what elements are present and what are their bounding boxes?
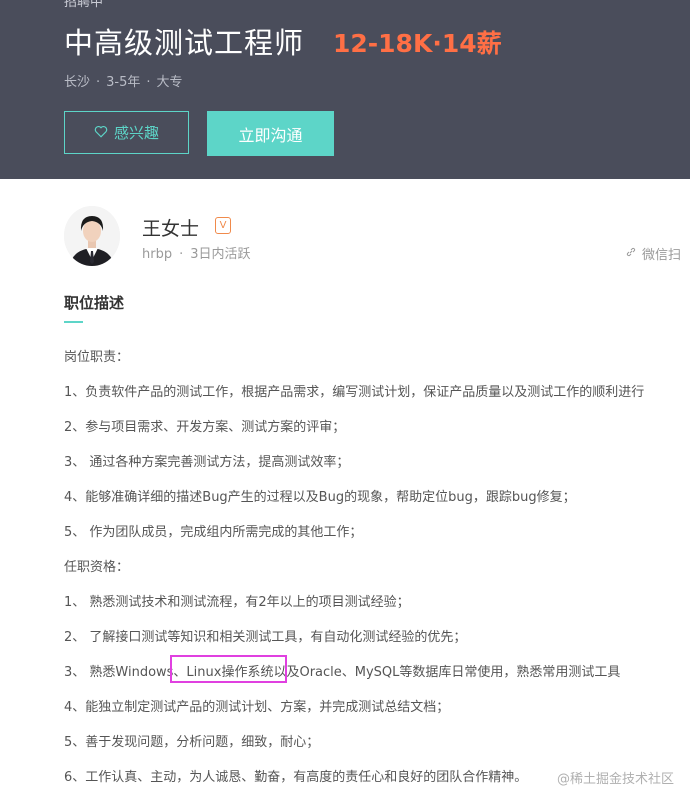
- desc-line: 6、工作认真、主动，为人诚恳、勤奋，有高度的责任心和良好的团队合作精神。: [64, 770, 528, 785]
- desc-line: 4、能够准确详细的描述Bug产生的过程以及Bug的现象，帮助定位bug，跟踪bu…: [64, 490, 576, 505]
- highlight-annotation-box: [170, 655, 287, 683]
- job-status: 招聘中: [64, 0, 104, 10]
- desc-line: 1、 熟悉测试技术和测试流程，有2年以上的项目测试经验；: [64, 595, 410, 610]
- job-education: 大专: [156, 75, 183, 90]
- desc-line: 3、 熟悉Windows、Linux操作系统以及Oracle、MySQL等数据库…: [64, 665, 621, 680]
- job-header: 招聘中 中高级测试工程师 12-18K·14薪 长沙 · 3-5年 · 大专 感兴趣 立…: [0, 0, 690, 179]
- desc-line: 5、 作为团队成员，完成组内所需完成的其他工作；: [64, 525, 363, 540]
- desc-line: 4、能独立制定测试产品的测试计划、方案，并完成测试总结文档；: [64, 700, 450, 715]
- desc-line: 1、负责软件产品的测试工作，根据产品需求，编写测试计划，保证产品质量以及测试工作…: [64, 385, 645, 400]
- desc-line: 5、善于发现问题，分析问题，细致，耐心；: [64, 735, 320, 750]
- recruiter-name: 王女士: [142, 218, 200, 240]
- recruiter-avatar: [64, 206, 120, 266]
- wechat-share-link[interactable]: 微信扫: [625, 244, 681, 263]
- desc-heading-requirements: 任职资格：: [64, 560, 130, 575]
- verified-badge-icon: V: [215, 217, 231, 234]
- desc-line: 2、 了解接口测试等知识和相关测试工具，有自动化测试经验的优先；: [64, 630, 467, 645]
- heart-outline-icon: [94, 124, 108, 142]
- job-meta: 长沙 · 3-5年 · 大专: [64, 71, 183, 90]
- separator-dot: ·: [146, 75, 151, 90]
- interest-button[interactable]: 感兴趣: [64, 111, 189, 154]
- watermark: @稀土掘金技术社区: [557, 772, 675, 787]
- separator-dot: ·: [179, 247, 184, 262]
- desc-line: 2、参与项目需求、开发方案、测试方案的评审；: [64, 420, 346, 435]
- desc-heading-duties: 岗位职责：: [64, 350, 130, 365]
- recruiter-activity: 3日内活跃: [190, 247, 251, 262]
- separator-dot: ·: [96, 75, 101, 90]
- recruiter-role: hrbp: [142, 247, 173, 262]
- link-icon: [625, 246, 637, 262]
- job-location: 长沙: [64, 75, 91, 90]
- interest-label: 感兴趣: [113, 124, 159, 142]
- section-title: 职位描述: [64, 294, 125, 312]
- section-underline: [64, 321, 83, 323]
- salary: 12-18K·14薪: [333, 29, 502, 58]
- job-experience: 3-5年: [106, 75, 141, 90]
- job-title: 中高级测试工程师: [64, 26, 305, 60]
- recruiter-meta: hrbp · 3日内活跃: [142, 243, 251, 262]
- share-label: 微信扫: [642, 248, 682, 263]
- chat-now-button[interactable]: 立即沟通: [207, 111, 334, 156]
- desc-line: 3、 通过各种方案完善测试方法，提高测试效率；: [64, 455, 350, 470]
